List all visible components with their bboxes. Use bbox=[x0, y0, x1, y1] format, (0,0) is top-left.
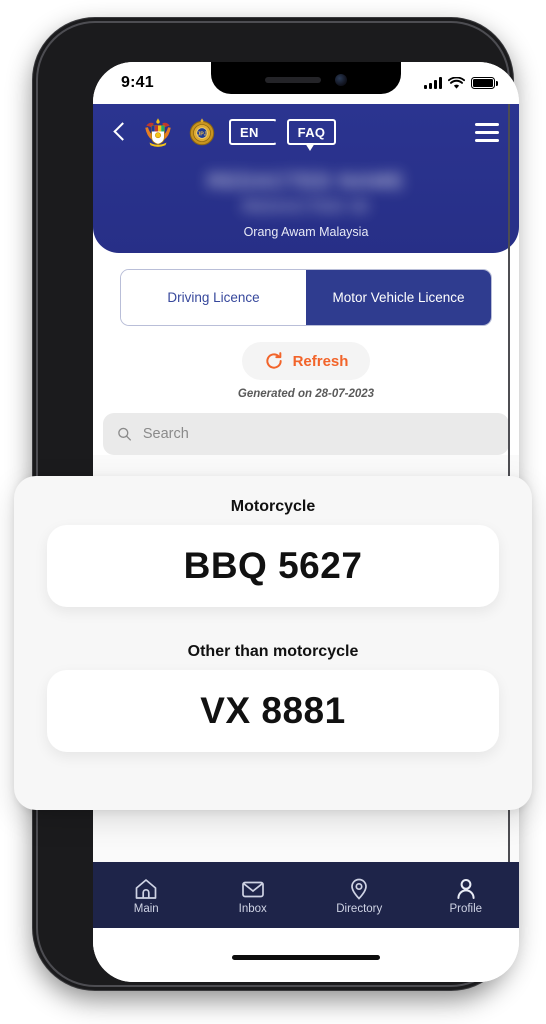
cellular-signal-icon bbox=[424, 77, 442, 89]
front-camera-icon bbox=[335, 74, 347, 86]
nav-item-directory[interactable]: Directory bbox=[306, 876, 413, 915]
search-magnifier-icon bbox=[118, 428, 132, 442]
plate-box-motorcycle[interactable]: BBQ 5627 bbox=[47, 525, 499, 607]
search-input[interactable] bbox=[140, 425, 495, 444]
person-icon bbox=[457, 878, 475, 899]
bottom-navigation-bar: Main Inbox Directory Profile bbox=[93, 862, 519, 928]
plate-number-other: VX 8881 bbox=[200, 690, 346, 731]
malaysia-coat-of-arms-emblem bbox=[145, 118, 171, 147]
jpj-department-emblem: JPJ bbox=[189, 118, 215, 146]
language-toggle-button[interactable]: EN bbox=[229, 119, 277, 145]
refresh-button-label: Refresh bbox=[292, 352, 349, 370]
home-indicator[interactable] bbox=[232, 955, 380, 960]
status-bar-time: 9:41 bbox=[121, 74, 154, 91]
plate-number-motorcycle: BBQ 5627 bbox=[183, 545, 363, 586]
plate-box-other[interactable]: VX 8881 bbox=[47, 670, 499, 752]
user-identity-block: REDACTED NAME REDACTED ID Orang Awam Mal… bbox=[93, 160, 519, 239]
user-role-label: Orang Awam Malaysia bbox=[243, 225, 369, 240]
nav-item-inbox[interactable]: Inbox bbox=[200, 876, 307, 915]
nav-item-main[interactable]: Main bbox=[93, 876, 200, 915]
tab-motor-vehicle-licence[interactable]: Motor Vehicle Licence bbox=[306, 270, 491, 326]
plate-caption-motorcycle: Motorcycle bbox=[230, 498, 316, 515]
licence-type-tabs: Driving Licence Motor Vehicle Licence bbox=[120, 269, 492, 327]
plate-caption-other: Other than motorcycle bbox=[187, 643, 359, 660]
envelope-icon bbox=[241, 881, 264, 897]
svg-text:JPJ: JPJ bbox=[197, 132, 206, 138]
nav-label-profile: Profile bbox=[449, 902, 483, 915]
generated-on-timestamp: Generated on 28-07-2023 bbox=[237, 388, 375, 401]
user-id-redacted: REDACTED ID bbox=[242, 197, 370, 217]
location-pin-icon bbox=[351, 878, 368, 900]
status-bar-icons bbox=[424, 76, 498, 90]
battery-full-icon bbox=[471, 77, 498, 89]
header-toolbar: JPJ EN FAQ bbox=[93, 104, 519, 160]
earpiece-speaker-icon bbox=[265, 77, 321, 83]
nav-item-profile[interactable]: Profile bbox=[413, 876, 520, 915]
user-name-redacted: REDACTED NAME bbox=[207, 170, 405, 193]
faq-button[interactable]: FAQ bbox=[286, 119, 337, 151]
plate-group-other: Other than motorcycle VX 8881 bbox=[14, 643, 532, 752]
screenshot-stage: 9:41 JPJ EN FAQ REDACTED NAME REDACTED I… bbox=[0, 0, 546, 1024]
app-header: JPJ EN FAQ REDACTED NAME REDACTED ID Ora… bbox=[93, 104, 519, 254]
plate-group-motorcycle: Motorcycle BBQ 5627 bbox=[14, 498, 532, 607]
nav-label-main: Main bbox=[133, 902, 159, 915]
hamburger-menu-icon[interactable] bbox=[475, 122, 499, 142]
device-notch bbox=[211, 62, 401, 94]
home-icon bbox=[135, 878, 157, 899]
nav-label-directory: Directory bbox=[336, 902, 383, 915]
search-section bbox=[103, 413, 509, 456]
wifi-icon bbox=[448, 76, 465, 89]
tab-driving-licence[interactable]: Driving Licence bbox=[121, 270, 306, 326]
refresh-button[interactable]: Refresh bbox=[241, 342, 371, 381]
search-box[interactable] bbox=[103, 413, 509, 456]
back-chevron-icon[interactable] bbox=[109, 121, 131, 143]
vehicle-plate-overlay-card: Motorcycle BBQ 5627 Other than motorcycl… bbox=[14, 476, 532, 810]
refresh-section: Refresh Generated on 28-07-2023 bbox=[93, 342, 519, 400]
nav-label-inbox: Inbox bbox=[238, 902, 267, 915]
refresh-circular-arrow-icon bbox=[265, 352, 282, 370]
